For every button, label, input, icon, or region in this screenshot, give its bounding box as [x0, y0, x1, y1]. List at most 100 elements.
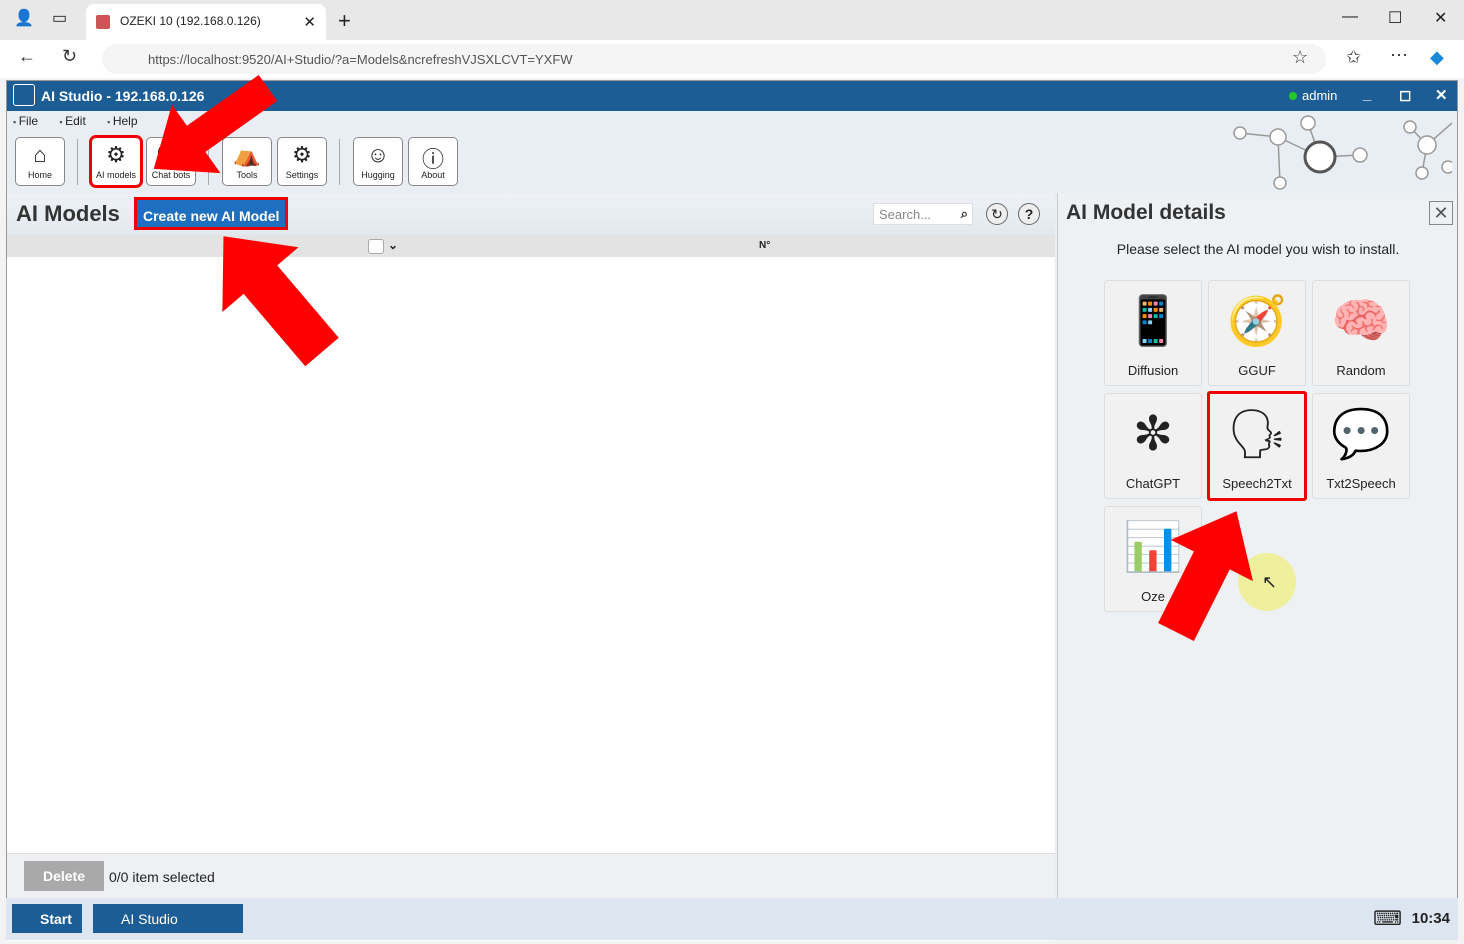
toolbar-separator [208, 139, 209, 185]
gear-icon: ⚙ [292, 142, 312, 167]
toolbar-label: AI models [95, 170, 137, 180]
favorite-star-icon[interactable]: ☆ [1292, 47, 1308, 68]
toolbar-chat-bots-button[interactable]: 💬 Chat bots [146, 137, 196, 186]
model-card-oze[interactable]: 📊 Oze [1104, 506, 1202, 612]
create-new-ai-model-button[interactable]: Create new AI Model [134, 197, 289, 230]
model-card-speech2txt[interactable]: 🗣 Speech2Txt [1207, 391, 1307, 501]
close-details-icon[interactable]: ✕ [1429, 201, 1453, 225]
model-card-gguf[interactable]: 🧭 GGUF [1208, 280, 1306, 386]
model-label: Speech2Txt [1222, 476, 1292, 491]
gear-brain-icon: ⚙ [106, 142, 126, 167]
user-label[interactable]: admin [1289, 88, 1337, 103]
delete-button[interactable]: Delete [24, 861, 104, 891]
chatgpt-icon: ✼ [1132, 408, 1174, 461]
model-card-chatgpt[interactable]: ✼ ChatGPT [1104, 393, 1202, 499]
address-bar-row: ← ↻ https://localhost:9520/AI+Studio/?a=… [0, 40, 1464, 78]
maximize-icon[interactable]: ☐ [1388, 8, 1402, 28]
clock: 10:34 [1411, 910, 1450, 927]
tools-icon: ⛺ [233, 142, 261, 167]
favorites-icon[interactable]: ✩ [1346, 47, 1361, 68]
url-input[interactable]: https://localhost:9520/AI+Studio/?a=Mode… [102, 44, 1326, 74]
panel-header: AI Models Create new AI Model Search... ⌕… [7, 193, 1055, 235]
model-label: Random [1336, 363, 1386, 378]
model-label: Diffusion [1127, 363, 1179, 378]
minimize-icon[interactable]: — [1342, 8, 1358, 26]
info-icon: ⓘ [421, 147, 444, 172]
chat-icon: 💬 [157, 142, 185, 167]
toolbar-ai-models-button[interactable]: ⚙ AI models [89, 135, 143, 188]
table-header: ⌄ N° [7, 235, 1055, 257]
chevron-down-icon[interactable]: ⌄ [388, 238, 398, 252]
ai-model-details-panel: AI Model details ✕ Please select the AI … [1057, 193, 1457, 899]
browser-tab-bar: 👤 ▭ OZEKI 10 (192.168.0.126) ✕ + — ☐ ✕ [0, 0, 1464, 40]
model-label: GGUF [1238, 363, 1276, 378]
diffusion-icon: 📱 [1123, 295, 1183, 348]
close-window-icon[interactable]: ✕ [1434, 8, 1447, 28]
toolbar-settings-button[interactable]: ⚙ Settings [277, 137, 327, 186]
toolbar-label: About [421, 170, 445, 180]
model-card-diffusion[interactable]: 📱 Diffusion [1104, 280, 1202, 386]
app-maximize-icon[interactable]: ◻ [1399, 86, 1411, 104]
app-titlebar: AI Studio - 192.168.0.126 admin _ ◻ ✕ [7, 81, 1457, 111]
app-close-icon[interactable]: ✕ [1435, 86, 1448, 104]
taskbar: Start AI Studio ⌨ 10:34 [6, 898, 1458, 940]
tab-title: OZEKI 10 (192.168.0.126) [120, 14, 261, 28]
more-icon[interactable]: ⋯ [1390, 45, 1408, 66]
model-label: Txt2Speech [1326, 476, 1396, 491]
toolbar-about-button[interactable]: ⓘ About [408, 137, 458, 186]
model-label: ChatGPT [1125, 476, 1181, 491]
toolbar-tools-button[interactable]: ⛺ Tools [222, 137, 272, 186]
ai-models-panel: AI Models Create new AI Model Search... ⌕… [7, 193, 1055, 941]
ai-studio-window: AI Studio - 192.168.0.126 admin _ ◻ ✕ Fi… [6, 80, 1458, 941]
model-card-random[interactable]: 🧠 Random [1312, 280, 1410, 386]
model-card-txt2speech[interactable]: 💬 Txt2Speech [1312, 393, 1410, 499]
txt2speech-icon: 💬 [1331, 408, 1391, 461]
new-tab-icon[interactable]: + [338, 8, 351, 34]
profile-icon[interactable]: 👤 [14, 8, 34, 28]
start-button[interactable]: Start [12, 904, 82, 933]
copilot-icon[interactable]: ◆ [1430, 47, 1444, 68]
reload-icon[interactable]: ↻ [62, 46, 77, 67]
column-number[interactable]: N° [759, 240, 770, 251]
menu-file[interactable]: File [13, 114, 38, 128]
favicon-icon [96, 15, 110, 29]
network-logo-icon [1233, 115, 1452, 190]
details-message: Please select the AI model you wish to i… [1116, 241, 1400, 257]
page-title: AI Models [16, 201, 120, 226]
menu-help[interactable]: Help [107, 114, 137, 128]
browser-tab[interactable]: OZEKI 10 (192.168.0.126) ✕ [86, 4, 326, 40]
search-input[interactable]: Search... ⌕ [873, 203, 973, 225]
select-all-checkbox[interactable] [368, 239, 384, 254]
chart-presentation-icon: 📊 [1123, 521, 1183, 574]
panel-footer: Delete 0/0 item selected [7, 853, 1055, 899]
back-icon[interactable]: ← [18, 46, 36, 67]
hugging-face-icon: ☺ [366, 142, 390, 167]
details-title: AI Model details [1066, 201, 1226, 224]
toolbar-label: Tools [236, 170, 258, 180]
tab-actions-icon[interactable]: ▭ [52, 8, 67, 28]
taskbar-ai-studio[interactable]: AI Studio [93, 904, 243, 933]
app-title: AI Studio - 192.168.0.126 [41, 88, 205, 104]
refresh-icon[interactable]: ↻ [986, 203, 1008, 225]
close-tab-icon[interactable]: ✕ [303, 13, 316, 31]
toolbar-label: Hugging [361, 170, 395, 180]
selection-status: 0/0 item selected [109, 869, 215, 885]
random-icon: 🧠 [1331, 295, 1391, 348]
keyboard-icon[interactable]: ⌨ [1373, 906, 1402, 931]
help-icon[interactable]: ? [1018, 203, 1040, 225]
model-label: Oze [1141, 589, 1165, 604]
search-placeholder: Search... [879, 207, 932, 222]
toolbar-home-button[interactable]: ⌂ Home [15, 137, 65, 186]
toolbar-label: Chat bots [151, 170, 191, 180]
app-logo-icon [13, 84, 35, 106]
search-icon[interactable]: ⌕ [961, 206, 968, 222]
menu-edit[interactable]: Edit [59, 114, 85, 128]
gguf-icon: 🧭 [1227, 295, 1287, 348]
speech-icon: 🗣 [1226, 408, 1288, 461]
toolbar-label: Settings [285, 170, 319, 180]
menu-bar: File Edit Help [7, 114, 150, 128]
home-icon: ⌂ [33, 142, 47, 167]
toolbar-hugging-button[interactable]: ☺ Hugging [353, 137, 403, 186]
toolbar-label: Home [27, 170, 52, 180]
app-minimize-icon[interactable]: _ [1363, 86, 1371, 103]
